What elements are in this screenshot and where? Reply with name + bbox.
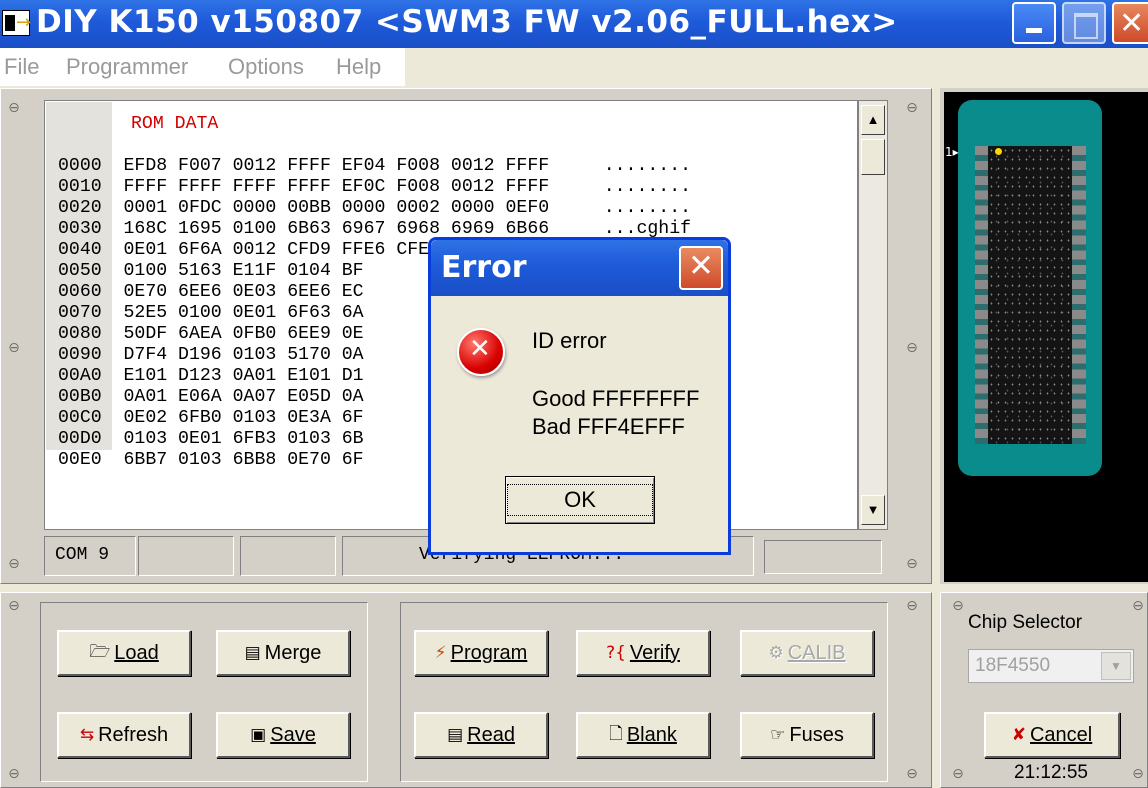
pin-icon: ⊖ bbox=[8, 100, 20, 116]
read-button[interactable]: ▤ Read bbox=[414, 712, 548, 758]
chip-select-value: 18F4550 bbox=[975, 655, 1051, 676]
chip-selector-title: Chip Selector bbox=[968, 612, 1083, 633]
read-icon: ▤ bbox=[447, 725, 464, 745]
merge-icon: ▤ bbox=[244, 643, 261, 663]
blank-icon: 🗋 bbox=[609, 723, 623, 744]
pin-icon: ⊖ bbox=[8, 598, 20, 614]
program-button[interactable]: ⚡ Program bbox=[414, 630, 548, 676]
pin-icon: ⊖ bbox=[906, 556, 918, 572]
dialog-title-bar[interactable]: Error bbox=[431, 240, 728, 296]
scroll-down-icon[interactable]: ▼ bbox=[861, 495, 885, 525]
pin-icon: ⊖ bbox=[906, 100, 918, 116]
refresh-icon: ⇆ bbox=[79, 725, 95, 745]
error-good-value: Good FFFFFFFF bbox=[532, 386, 700, 411]
chip-select: 18F4550 ▼ bbox=[968, 649, 1134, 683]
refresh-button[interactable]: ⇆ Refresh bbox=[57, 712, 191, 758]
pin-icon: ⊖ bbox=[906, 766, 918, 782]
pin-icon: ⊖ bbox=[906, 598, 918, 614]
pin-icon: ⊖ bbox=[906, 340, 918, 356]
fuses-icon: ☞ bbox=[770, 725, 786, 745]
hex-line: 0020 0001 0FDC 0000 00BB 0000 0002 0000 … bbox=[58, 198, 692, 218]
menu-programmer[interactable]: Programmer bbox=[66, 54, 188, 80]
merge-button[interactable]: ▤ Merge bbox=[216, 630, 350, 676]
error-message: ID error bbox=[532, 328, 607, 353]
clock: 21:12:55 bbox=[1014, 762, 1088, 783]
app-icon: → bbox=[2, 10, 31, 36]
dialog-close-button[interactable] bbox=[679, 246, 723, 290]
error-icon bbox=[457, 328, 505, 376]
pin-icon: ⊖ bbox=[8, 766, 20, 782]
load-button[interactable]: 🗁 Load bbox=[57, 630, 191, 676]
chip-pins-right bbox=[1072, 146, 1086, 444]
menu-file[interactable]: File bbox=[4, 54, 39, 80]
verify-button[interactable]: ?{Verify bbox=[576, 630, 710, 676]
program-icon: ⚡ bbox=[434, 643, 447, 663]
menu-bar: File Programmer Options Help bbox=[0, 48, 405, 86]
blank-button[interactable]: 🗋 Blank bbox=[576, 712, 710, 758]
chip-body bbox=[988, 146, 1072, 444]
status-progress bbox=[764, 540, 882, 574]
menu-options[interactable]: Options bbox=[228, 54, 304, 80]
folder-icon: 🗁 bbox=[89, 641, 111, 662]
fuses-button[interactable]: ☞ Fuses bbox=[740, 712, 874, 758]
error-dialog: Error ID error Good FFFFFFFF Bad FFF4EFF… bbox=[428, 237, 731, 555]
pin-icon: ⊖ bbox=[952, 766, 964, 782]
dialog-title: Error bbox=[441, 250, 527, 285]
error-bad-value: Bad FFF4EFFF bbox=[532, 414, 685, 439]
hex-line: 0010 FFFF FFFF FFFF FFFF EF0C F008 0012 … bbox=[58, 177, 692, 197]
chevron-down-icon: ▼ bbox=[1101, 652, 1131, 680]
pin-icon: ⊖ bbox=[1132, 598, 1144, 614]
pin-icon: ⊖ bbox=[1132, 766, 1144, 782]
calib-button: ⚙ CALIB bbox=[740, 630, 874, 676]
pin-icon: ⊖ bbox=[952, 598, 964, 614]
status-port: COM 9 bbox=[44, 536, 136, 576]
cancel-button[interactable]: ✘ Cancel bbox=[984, 712, 1120, 758]
save-button[interactable]: ▣ Save bbox=[216, 712, 350, 758]
status-cell bbox=[138, 536, 234, 576]
floppy-icon: ▣ bbox=[250, 725, 267, 745]
hex-line: 0000 EFD8 F007 0012 FFFF EF04 F008 0012 … bbox=[58, 156, 692, 176]
vertical-scrollbar[interactable]: ▲ ▼ bbox=[858, 100, 888, 530]
pin1-label: 1▸ bbox=[945, 145, 959, 159]
close-button[interactable] bbox=[1112, 2, 1148, 44]
pin-icon: ⊖ bbox=[8, 340, 20, 356]
title-bar[interactable]: → DIY K150 v150807 <SWM3 FW v2.06_FULL.h… bbox=[0, 0, 1148, 48]
scroll-thumb[interactable] bbox=[861, 139, 885, 175]
rom-data-label: ROM DATA bbox=[131, 114, 219, 134]
pin-icon: ⊖ bbox=[8, 556, 20, 572]
minimize-button[interactable] bbox=[1012, 2, 1056, 44]
chip-pins-left bbox=[975, 146, 989, 444]
pin1-marker bbox=[995, 148, 1002, 155]
ok-button[interactable]: OK bbox=[505, 476, 655, 524]
menu-help[interactable]: Help bbox=[336, 54, 381, 80]
maximize-button bbox=[1062, 2, 1106, 44]
verify-icon: ?{ bbox=[606, 643, 626, 663]
scroll-up-icon[interactable]: ▲ bbox=[861, 105, 885, 135]
status-cell bbox=[240, 536, 336, 576]
calib-icon: ⚙ bbox=[768, 643, 784, 663]
cancel-icon: ✘ bbox=[1011, 725, 1026, 745]
window-title: DIY K150 v150807 <SWM3 FW v2.06_FULL.hex… bbox=[36, 4, 898, 40]
